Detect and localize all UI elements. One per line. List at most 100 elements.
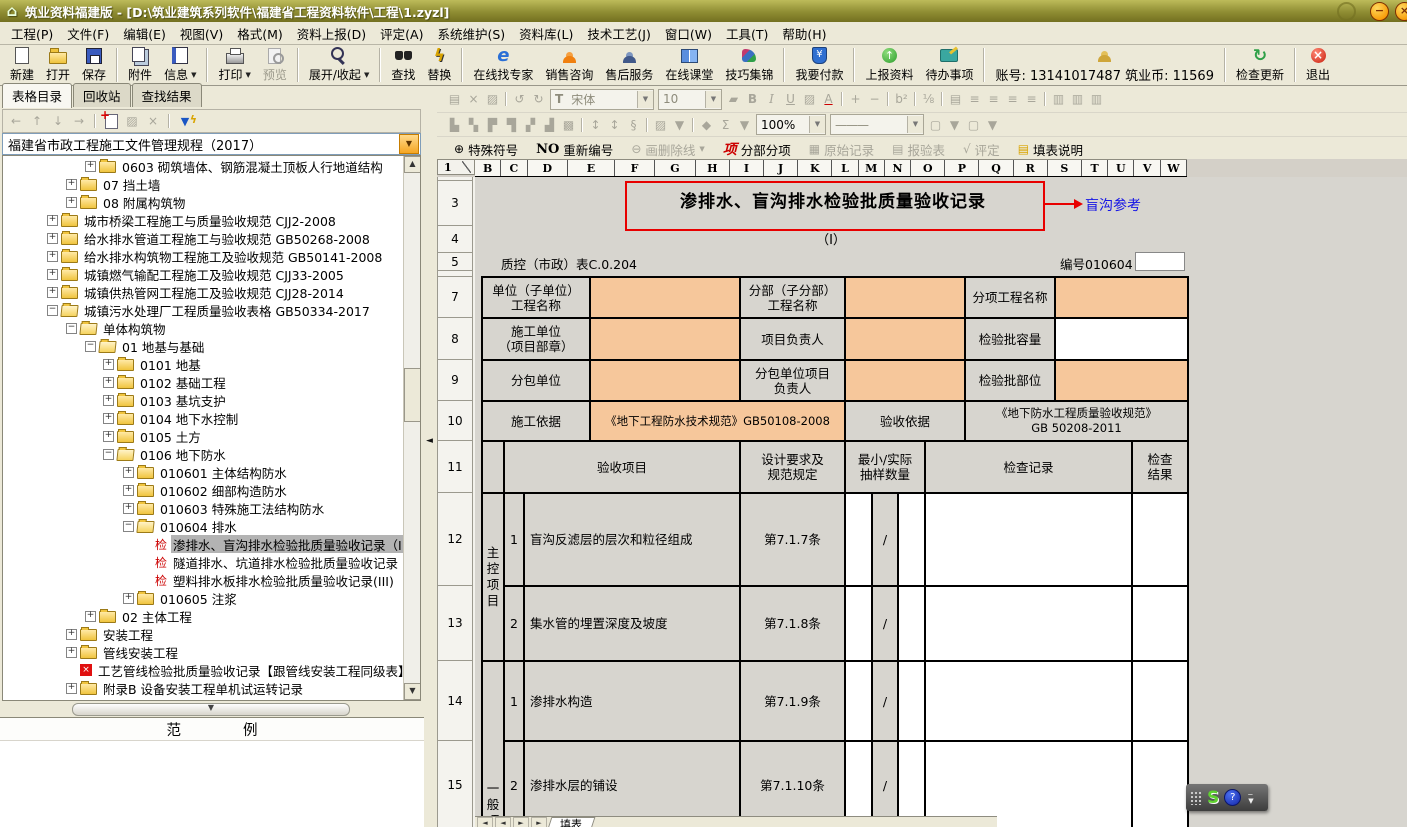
form-input-cell[interactable] bbox=[590, 277, 740, 318]
toolbar-button[interactable] bbox=[297, 48, 299, 82]
expander-icon[interactable]: + bbox=[123, 593, 134, 604]
expander-icon[interactable]: + bbox=[123, 485, 134, 496]
column-header[interactable]: H bbox=[696, 160, 730, 176]
menu-item[interactable]: 评定(A) bbox=[373, 21, 430, 46]
menu-item[interactable]: 技术工艺(J) bbox=[580, 21, 657, 46]
expander-icon[interactable]: + bbox=[123, 467, 134, 478]
column-header[interactable]: D bbox=[528, 160, 568, 176]
tree-item[interactable]: + 安装工程 bbox=[3, 625, 404, 643]
close-button[interactable]: × bbox=[1395, 2, 1407, 21]
toolbar-button[interactable] bbox=[379, 48, 381, 82]
column-header[interactable]: M bbox=[859, 160, 885, 176]
dropdown-caret-icon[interactable]: ▼ bbox=[809, 116, 825, 133]
column-header[interactable]: I bbox=[730, 160, 764, 176]
field-icon[interactable]: ◆ bbox=[697, 116, 716, 133]
tab[interactable]: 查找结果 bbox=[132, 83, 202, 107]
expander-icon[interactable]: + bbox=[66, 647, 77, 658]
sheet-nav-icon[interactable]: ► bbox=[513, 817, 529, 827]
sum-icon[interactable]: Σ bbox=[716, 116, 735, 133]
sample-value-cell[interactable]: / bbox=[872, 661, 898, 741]
menu-item[interactable]: 工程(P) bbox=[4, 21, 60, 46]
panel-splitter[interactable]: ◄ bbox=[424, 86, 437, 827]
sum-caret-icon[interactable]: ▼ bbox=[735, 116, 754, 133]
tree-item[interactable]: 检 塑料排水板排水检验批质量验收记录(III) bbox=[3, 571, 404, 589]
column-header[interactable]: V bbox=[1134, 160, 1160, 176]
tree-item[interactable]: − 01 地基与基础 bbox=[3, 337, 404, 355]
tree-item[interactable]: − 0106 地下防水 bbox=[3, 445, 404, 463]
expander-icon[interactable]: + bbox=[47, 215, 58, 226]
tree-item[interactable]: + 010602 细部构造防水 bbox=[3, 481, 404, 499]
arrow-right-icon[interactable]: → bbox=[71, 113, 87, 129]
row-header[interactable]: 10 bbox=[437, 401, 473, 441]
tree-item[interactable]: + 0603 砌筑墙体、钢筋混凝土顶板人行地道结构 bbox=[3, 157, 404, 175]
new-table-icon[interactable] bbox=[103, 113, 119, 129]
dropdown-caret-icon[interactable]: ▼ bbox=[705, 91, 721, 108]
tree-scrollbar[interactable]: ▲ ▼ bbox=[403, 156, 420, 700]
sample-min-cell[interactable] bbox=[845, 741, 872, 827]
regulation-combobox[interactable]: 福建省市政工程施工文件管理规程（2017） ▼ bbox=[2, 133, 421, 155]
filter-icon[interactable] bbox=[177, 113, 193, 129]
tree-item[interactable]: + 城镇燃气输配工程施工及验收规范 CJJ33-2005 bbox=[3, 265, 404, 283]
toolbar-button[interactable]: 检查更新 bbox=[1230, 45, 1290, 85]
dropdown-caret-icon[interactable]: ▼ bbox=[245, 73, 250, 77]
sample-actual-cell[interactable] bbox=[898, 661, 925, 741]
form-input-cell[interactable] bbox=[845, 277, 965, 318]
tree-item[interactable]: + 0101 地基 bbox=[3, 355, 404, 373]
tree-item[interactable]: 工艺管线检验批质量验收记录【跟管线安装工程同级表】 bbox=[3, 661, 404, 679]
format-action-button[interactable]: ⊖ 画删除线 ▼ bbox=[622, 138, 713, 161]
insert-row-icon[interactable]: ▛ bbox=[483, 116, 502, 133]
tab[interactable]: 回收站 bbox=[73, 83, 131, 107]
tree-item[interactable]: + 08 附属构筑物 bbox=[3, 193, 404, 211]
toolbar-button[interactable]: 替换 bbox=[421, 45, 457, 85]
column-header[interactable]: F bbox=[615, 160, 655, 176]
dropdown-caret-icon[interactable]: ▼ bbox=[907, 116, 923, 133]
column-header[interactable]: C bbox=[501, 160, 527, 176]
drag-handle-icon[interactable] bbox=[1190, 791, 1202, 805]
toolbar-button[interactable]: 打印 ▼ bbox=[212, 45, 256, 85]
expander-icon[interactable]: + bbox=[66, 629, 77, 640]
align-left-icon[interactable]: ≡ bbox=[965, 91, 984, 108]
toolbar-button[interactable]: 附件 bbox=[122, 45, 158, 85]
toolbar-button[interactable] bbox=[116, 48, 118, 82]
menu-item[interactable]: 编辑(E) bbox=[116, 21, 173, 46]
toolbar-button[interactable]: 展开/收起 ▼ bbox=[303, 45, 375, 85]
tree-item[interactable]: − 010604 排水 bbox=[3, 517, 404, 535]
tree-item[interactable]: + 0105 土方 bbox=[3, 427, 404, 445]
tree-item[interactable]: − 单体构筑物 bbox=[3, 319, 404, 337]
toolbar-button[interactable]: 销售咨询 bbox=[539, 45, 599, 85]
row-header[interactable]: 4 bbox=[437, 226, 473, 253]
fill-color-icon[interactable]: ▨ bbox=[800, 91, 819, 108]
expander-icon[interactable]: + bbox=[103, 395, 114, 406]
toolbar-button[interactable]: 预览 bbox=[257, 45, 293, 85]
menu-item[interactable]: 系统维护(S) bbox=[430, 21, 512, 46]
expander-icon[interactable]: + bbox=[85, 611, 96, 622]
delete-col-icon[interactable]: ▟ bbox=[540, 116, 559, 133]
check-record-cell[interactable] bbox=[925, 493, 1132, 586]
line-style-combobox[interactable]: ——— ▼ bbox=[830, 114, 924, 135]
sample-min-cell[interactable] bbox=[845, 661, 872, 741]
toolbar-button[interactable]: 待办事项 bbox=[919, 45, 979, 85]
format-action-button[interactable]: ▤ 报验表 bbox=[883, 138, 954, 161]
merge-cell-icon[interactable]: ▚ bbox=[464, 116, 483, 133]
expander-icon[interactable]: − bbox=[47, 305, 58, 316]
shading-caret-icon[interactable]: ▼ bbox=[670, 116, 689, 133]
menu-item[interactable]: 文件(F) bbox=[60, 21, 116, 46]
expander-icon[interactable]: + bbox=[103, 413, 114, 424]
sample-min-cell[interactable] bbox=[845, 586, 872, 661]
format-action-button[interactable]: NO 重新编号 bbox=[527, 138, 622, 161]
menu-item[interactable]: 资料库(L) bbox=[512, 21, 580, 46]
form-input-cell[interactable] bbox=[590, 318, 740, 360]
menu-item[interactable]: 视图(V) bbox=[173, 21, 230, 46]
row-header[interactable]: 5 bbox=[437, 253, 473, 271]
column-header[interactable]: Q bbox=[979, 160, 1013, 176]
format-painter-icon[interactable]: ▰ bbox=[724, 91, 743, 108]
column-header[interactable]: R bbox=[1014, 160, 1048, 176]
sheet-tab[interactable]: 填表 bbox=[547, 817, 596, 827]
construction-basis-cell[interactable]: 《地下工程防水技术规范》GB50108-2008 bbox=[590, 401, 845, 441]
sample-actual-cell[interactable] bbox=[898, 493, 925, 586]
collapse-left-icon[interactable]: ◄ bbox=[426, 436, 433, 446]
tree-item[interactable]: + 城镇供热管网工程施工及验收规范 CJJ28-2014 bbox=[3, 283, 404, 301]
toolbar-button[interactable] bbox=[1224, 48, 1226, 82]
delete-row-icon[interactable]: ▜ bbox=[502, 116, 521, 133]
toolbar-button[interactable]: 技巧集锦 bbox=[719, 45, 779, 85]
